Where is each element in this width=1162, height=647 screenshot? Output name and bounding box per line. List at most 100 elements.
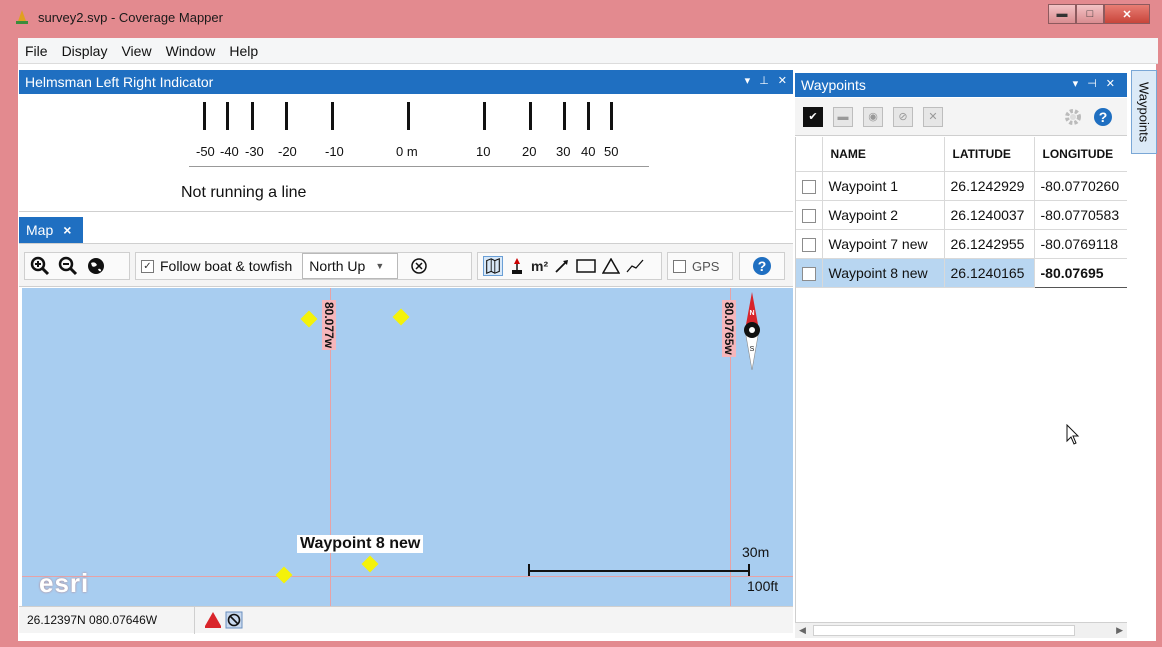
show-icon[interactable]: ◉	[863, 106, 883, 127]
window-title-bar: survey2.svp - Coverage Mapper ▬ □ ✕	[0, 0, 1162, 38]
menu-display[interactable]: Display	[55, 43, 115, 59]
map-layers-icon[interactable]	[483, 256, 503, 276]
scale-bar-end	[748, 564, 750, 576]
tab-map[interactable]: Map ×	[19, 217, 83, 243]
waypoints-table: NAME LATITUDE LONGITUDE Waypoint 1 26.12…	[796, 137, 1127, 288]
menu-help[interactable]: Help	[222, 43, 265, 59]
column-header-latitude[interactable]: LATITUDE	[944, 137, 1035, 172]
row-select-cell	[796, 200, 823, 230]
grid-line	[22, 576, 793, 577]
follow-label: Follow boat & towfish	[160, 258, 293, 274]
gear-icon[interactable]	[1063, 107, 1083, 127]
tick-mark	[587, 102, 590, 130]
orientation-select[interactable]: North Up ▼	[302, 253, 399, 279]
globe-icon[interactable]	[86, 256, 106, 276]
scroll-left-icon[interactable]: ◀	[799, 625, 806, 636]
waypoints-panel-header: Waypoints ▾ ⊣ ✕	[795, 73, 1127, 97]
waypoint-latitude[interactable]: 26.1240165	[944, 258, 1035, 288]
waypoint-marker[interactable]	[392, 308, 410, 326]
waypoints-toolbar: ✔ ▬ ◉ ⊘ ✕ ?	[795, 98, 1127, 136]
waypoint-longitude-editor[interactable]: -80.07695	[1033, 257, 1127, 288]
maximize-button[interactable]: □	[1076, 4, 1104, 24]
boat-status-icon[interactable]	[203, 611, 223, 629]
waypoint-name[interactable]: Waypoint 7 new	[822, 229, 945, 259]
waypoint-latitude[interactable]: 26.1242955	[944, 229, 1035, 259]
scale-bar-end	[528, 564, 530, 576]
waypoint-marker[interactable]	[300, 310, 318, 328]
zoom-out-icon[interactable]	[58, 256, 78, 276]
menu-file[interactable]: File	[18, 43, 55, 59]
orientation-value: North Up	[309, 258, 366, 274]
help-icon[interactable]: ?	[1093, 107, 1113, 127]
column-header-name[interactable]: NAME	[822, 137, 945, 172]
polyline-tool-icon[interactable]	[626, 258, 644, 274]
no-signal-icon[interactable]	[225, 611, 243, 629]
tick-mark	[203, 102, 206, 130]
waypoint-name[interactable]: Waypoint 1	[822, 171, 945, 201]
follow-checkbox[interactable]: ✓	[141, 259, 154, 273]
close-button[interactable]: ✕	[1104, 4, 1150, 24]
cancel-circle-icon[interactable]	[410, 257, 428, 275]
select-all-icon[interactable]: ✔	[803, 106, 823, 127]
esri-logo: esri	[39, 568, 90, 598]
scroll-right-icon[interactable]: ▶	[1116, 625, 1123, 636]
pin-icon[interactable]: ⊣	[1087, 77, 1097, 90]
waypoint-name[interactable]: Waypoint 8 new	[822, 258, 945, 288]
row-checkbox[interactable]	[802, 266, 816, 281]
waypoint-longitude[interactable]: -80.0769118	[1034, 229, 1127, 259]
arrow-tool-icon[interactable]	[554, 258, 570, 274]
waypoint-latitude[interactable]: 26.1240037	[944, 200, 1035, 230]
table-row[interactable]: Waypoint 2 26.1240037 -80.0770583	[796, 200, 1127, 230]
svg-text:?: ?	[1099, 109, 1108, 125]
cursor-coordinates: 26.12397N 080.07646W	[19, 606, 195, 634]
scrollbar-thumb[interactable]	[813, 625, 1075, 636]
zoom-in-icon[interactable]	[30, 256, 50, 276]
help-icon[interactable]: ?	[752, 256, 772, 276]
waypoint-longitude[interactable]: -80.0770583	[1034, 200, 1127, 230]
panel-menu-icon[interactable]: ▾	[1073, 77, 1079, 90]
waypoint-longitude[interactable]: -80.0770260	[1034, 171, 1127, 201]
tab-map-label: Map	[26, 222, 54, 238]
minimize-button[interactable]: ▬	[1048, 4, 1076, 24]
tick-label: -30	[245, 144, 264, 159]
status-bar: 26.12397N 080.07646W	[19, 606, 793, 634]
waypoint-name[interactable]: Waypoint 2	[822, 200, 945, 230]
horizontal-scrollbar[interactable]: ◀ ▶	[795, 622, 1127, 638]
waypoint-latitude[interactable]: 26.1242929	[944, 171, 1035, 201]
row-checkbox[interactable]	[802, 179, 816, 194]
rectangle-tool-icon[interactable]	[576, 258, 596, 274]
waypoint-marker[interactable]	[275, 566, 293, 584]
row-checkbox[interactable]	[802, 237, 816, 252]
tick-label: 30	[556, 144, 571, 159]
grid-longitude-label: 80.077w	[322, 300, 336, 351]
delete-icon[interactable]: ✕	[923, 106, 943, 127]
area-measure-icon[interactable]: m²	[531, 258, 548, 274]
hide-icon[interactable]: ⊘	[893, 106, 913, 127]
side-tab-waypoints[interactable]: Waypoints	[1131, 70, 1157, 154]
panel-close-icon[interactable]: ✕	[778, 74, 787, 87]
panel-close-icon[interactable]: ✕	[1106, 77, 1115, 90]
mouse-cursor-icon	[1066, 424, 1080, 445]
triangle-tool-icon[interactable]	[602, 258, 621, 274]
gps-checkbox[interactable]	[673, 259, 686, 273]
table-row[interactable]: Waypoint 1 26.1242929 -80.0770260	[796, 171, 1127, 201]
row-checkbox[interactable]	[802, 208, 816, 223]
waypoint-marker[interactable]	[361, 555, 379, 573]
tab-close-icon[interactable]: ×	[63, 222, 71, 238]
table-row[interactable]: Waypoint 7 new 26.1242955 -80.0769118	[796, 229, 1127, 259]
map-canvas[interactable]: 80.077w 80.0765w Waypoint 8 new N S esri…	[22, 288, 793, 606]
column-header-select[interactable]	[796, 137, 823, 172]
menu-window[interactable]: Window	[159, 43, 223, 59]
deselect-icon[interactable]: ▬	[833, 106, 853, 127]
row-select-cell	[796, 229, 823, 259]
panel-menu-icon[interactable]: ▾	[745, 74, 751, 87]
waypoint-map-label: Waypoint 8 new	[297, 535, 424, 553]
tick-mark	[610, 102, 613, 130]
scale-metric-label: 30m	[742, 544, 770, 560]
side-tab-label: Waypoints	[1136, 81, 1152, 143]
boat-marker-icon[interactable]	[509, 257, 525, 275]
pin-icon[interactable]: ⊥	[759, 74, 769, 87]
column-header-longitude[interactable]: LONGITUDE	[1034, 137, 1127, 172]
menu-view[interactable]: View	[114, 43, 158, 59]
table-row-selected[interactable]: Waypoint 8 new 26.1240165 -80.07695	[796, 257, 1127, 288]
